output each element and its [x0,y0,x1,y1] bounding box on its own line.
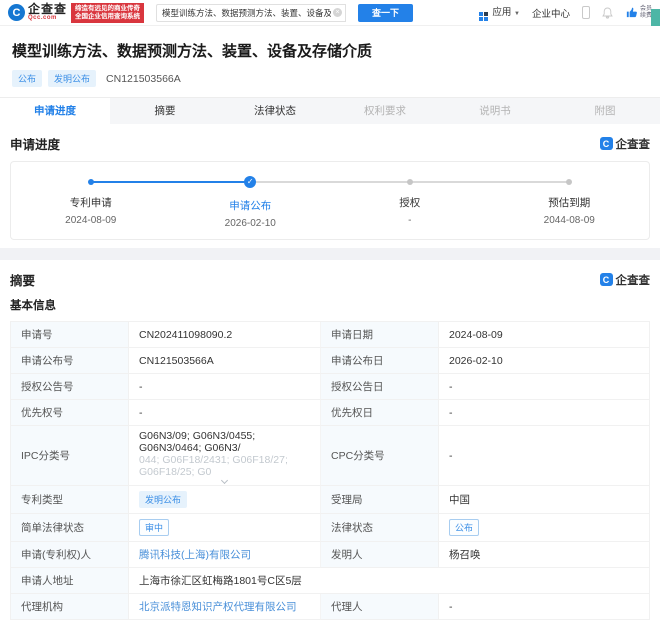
nav-enterprise-center[interactable]: 企业中心 [532,6,570,20]
application-progress-section: 申请进度 企查查 专利申请 2024-08-09 申请公布 2026-02-10… [0,124,660,248]
search-button[interactable]: 查一下 [358,4,413,22]
abstract-section: 摘要 企查查 基本信息 申请号 CN202411098090.2 申请日期 20… [0,260,660,624]
top-navigation-bar: 企查查 Qcc.com 缔造有远见的商业传奇 全国企业信用查询系统 × 查一下 … [0,0,660,26]
timeline-step-filed: 专利申请 2024-08-09 [11,176,171,229]
tab-application-progress[interactable]: 申请进度 [0,98,110,124]
tab-abstract[interactable]: 摘要 [110,98,220,124]
tab-claims[interactable]: 权利要求 [330,98,440,124]
patent-type-tag: 发明公布 [139,491,187,508]
application-number: CN202411098090.2 [129,322,321,348]
table-row: 申请号 CN202411098090.2 申请日期 2024-08-09 [11,322,649,348]
step-check-icon [244,176,256,188]
clear-search-icon[interactable]: × [333,8,342,17]
abstract-text-block: 摘要 本申请提供了一种模型训练方法、数据预测方法、装置、设备及存储介质；方法包括… [10,620,650,624]
simple-legal-status-tag: 审中 [139,519,169,536]
slogan-line2: 全国企业信用查询系统 [75,13,140,21]
page-title: 模型训练方法、数据预测方法、装置、设备及存储介质 [12,40,648,61]
qcc-watermark-icon [600,273,613,286]
basic-info-title: 基本信息 [10,297,650,313]
search-input[interactable] [156,4,346,22]
qcc-logo[interactable]: 企查查 Qcc.com [8,4,67,21]
agency-link[interactable]: 北京派特恩知识产权代理有限公司 [139,599,297,614]
table-row: 专利类型 发明公布 受理局 中国 [11,486,649,514]
table-row: 申请(专利权)人 腾讯科技(上海)有限公司 发明人 杨召唤 [11,542,649,568]
table-row: 优先权号 - 优先权日 - [11,400,649,426]
chevron-down-icon: ▼ [514,11,520,17]
patent-office: 中国 [439,486,649,514]
mobile-app-icon[interactable] [582,6,590,19]
step-dot-pending [407,179,413,185]
qcc-watermark-icon [600,137,613,150]
slogan-badge: 缔造有远见的商业传奇 全国企业信用查询系统 [71,3,144,23]
progress-timeline: 专利申请 2024-08-09 申请公布 2026-02-10 授权 - 预估到… [10,161,650,240]
publication-number: CN121503566A [129,348,321,374]
grant-number: - [129,374,321,400]
applicant-address: 上海市徐汇区虹梅路1801号C区5层 [129,568,649,594]
table-row: 申请人地址 上海市徐汇区虹梅路1801号C区5层 [11,568,649,594]
section-divider [0,248,660,260]
apps-grid-icon [479,12,488,21]
slogan-line1: 缔造有远见的商业传奇 [75,5,140,13]
expand-chevron-down-icon[interactable] [221,477,228,484]
agent-name: - [439,594,649,620]
member-renew-badge[interactable]: 会员 续费 [625,6,652,19]
step-dot-done [88,179,94,185]
priority-date: - [439,400,649,426]
floating-side-widget[interactable] [651,9,660,26]
step-dot-pending [566,179,572,185]
table-row: 授权公告号 - 授权公告日 - [11,374,649,400]
table-row: 简单法律状态 审中 法律状态 公布 [11,514,649,542]
search-box: × 查一下 [156,4,413,22]
qcc-watermark: 企查查 [600,136,651,152]
application-date: 2024-08-09 [439,322,649,348]
basic-info-table: 申请号 CN202411098090.2 申请日期 2024-08-09 申请公… [10,321,650,620]
cpc-classification: - [439,426,649,486]
progress-section-title: 申请进度 [10,134,60,153]
timeline-step-published: 申请公布 2026-02-10 [171,176,331,229]
publication-number: CN121503566A [106,73,181,85]
patent-header: 模型训练方法、数据预测方法、装置、设备及存储介质 公布 发明公布 CN12150… [0,26,660,97]
priority-number: - [129,400,321,426]
tab-figures[interactable]: 附图 [550,98,660,124]
legal-status-tag: 公布 [449,519,479,536]
tab-bar: 申请进度 摘要 法律状态 权利要求 说明书 附图 [0,97,660,124]
thumbs-up-icon [625,6,638,19]
timeline-step-granted: 授权 - [330,176,490,229]
publication-date: 2026-02-10 [439,348,649,374]
tab-description[interactable]: 说明书 [440,98,550,124]
grant-date: - [439,374,649,400]
applicant-link[interactable]: 腾讯科技(上海)有限公司 [139,547,251,562]
publish-status-badge: 公布 [12,70,42,87]
nav-apps[interactable]: 应用 ▼ [479,4,520,21]
inventor-name: 杨召唤 [439,542,649,568]
table-row: 代理机构 北京派特恩知识产权代理有限公司 代理人 - [11,594,649,620]
tab-legal-status[interactable]: 法律状态 [220,98,330,124]
timeline-step-expiry: 预估到期 2044-08-09 [490,176,650,229]
ipc-classification: G06N3/09; G06N3/0455; G06N3/0464; G06N3/… [129,426,321,486]
notification-bell-icon[interactable] [602,7,613,19]
qcc-logo-icon [8,4,25,21]
table-row: IPC分类号 G06N3/09; G06N3/0455; G06N3/0464;… [11,426,649,486]
qcc-logo-text: 企查查 [28,4,67,15]
abstract-section-title: 摘要 [10,270,35,289]
table-row: 申请公布号 CN121503566A 申请公布日 2026-02-10 [11,348,649,374]
patent-type-badge: 发明公布 [48,70,96,87]
qcc-watermark: 企查查 [600,272,651,288]
